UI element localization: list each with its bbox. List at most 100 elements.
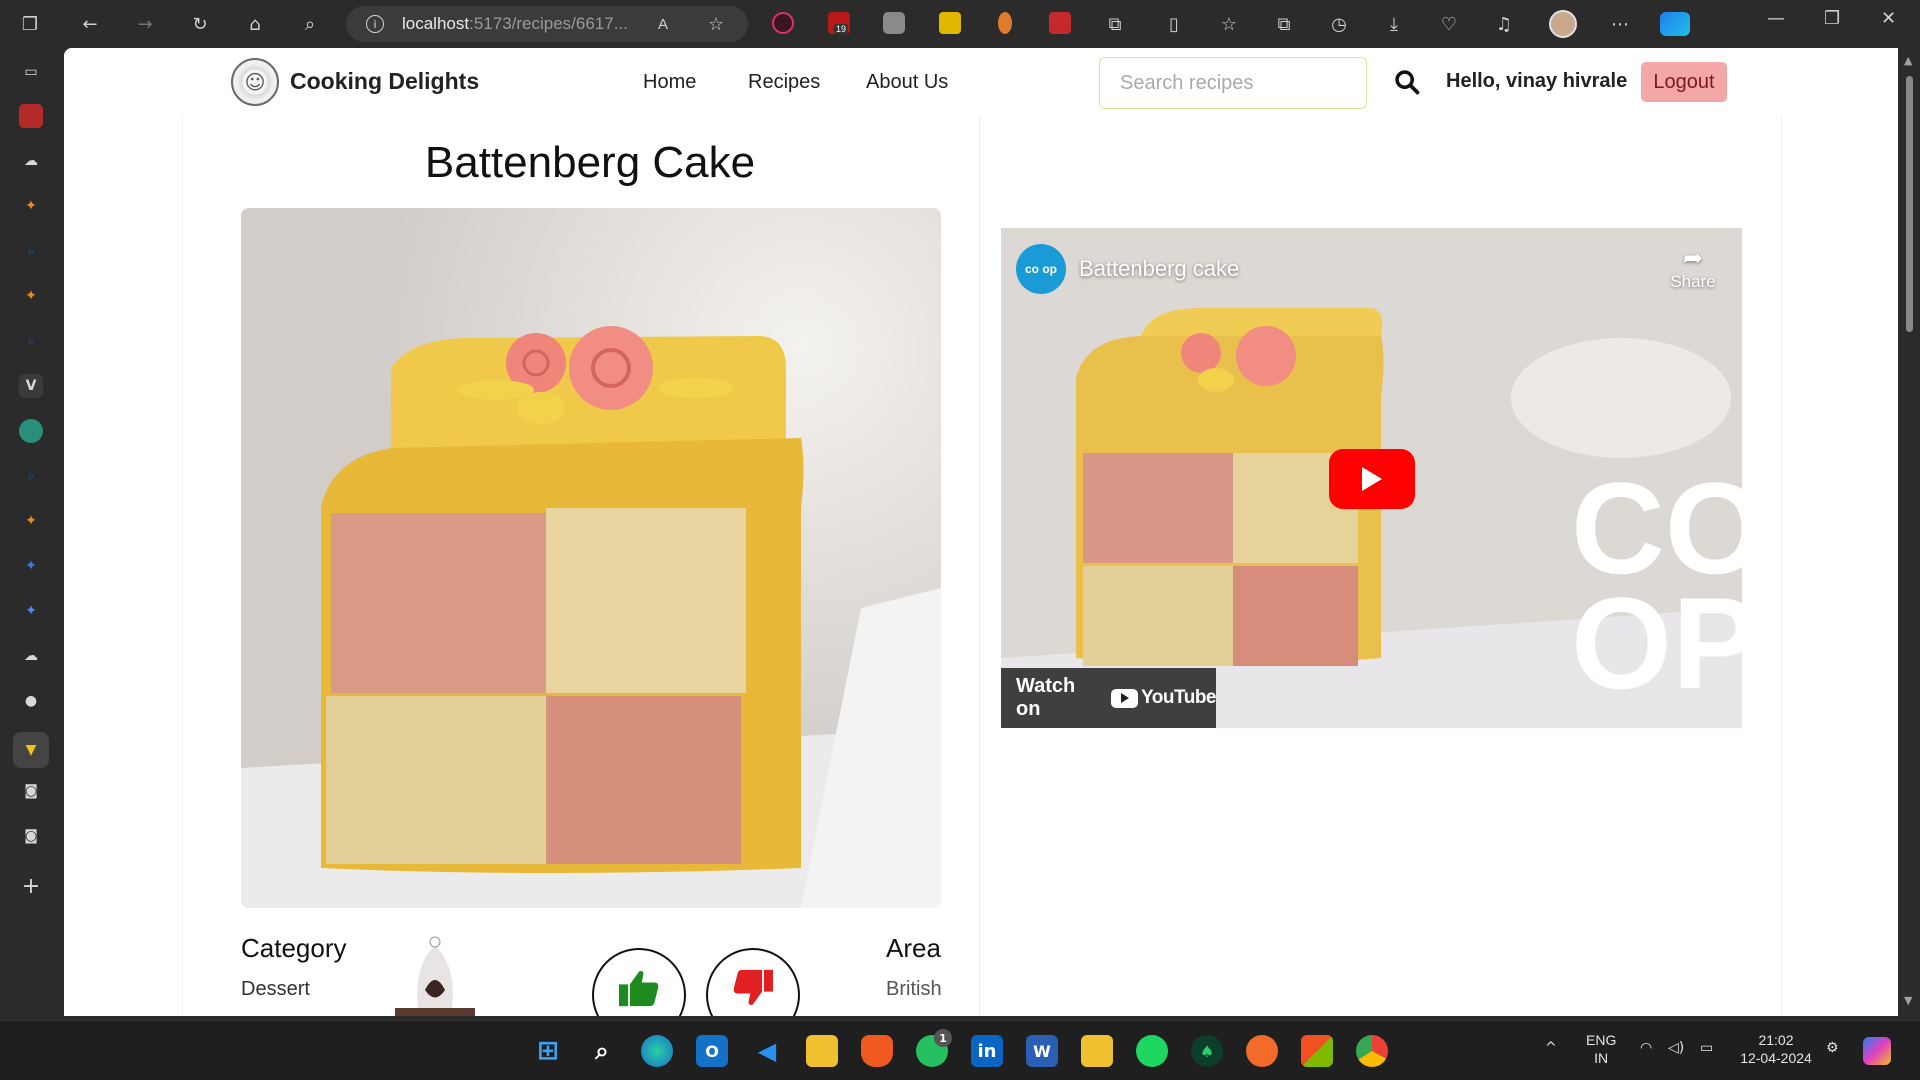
clock[interactable]: 21:02 12-04-2024	[1736, 1031, 1816, 1067]
sidebar-search-icon[interactable]: ⌕	[19, 239, 43, 263]
taskbar-postman-icon[interactable]	[1246, 1035, 1278, 1067]
taskbar-mongodb-icon[interactable]: ♠	[1191, 1035, 1223, 1067]
site-logo[interactable]: ☺	[231, 58, 279, 106]
share-button[interactable]: ➦ Share	[1658, 244, 1728, 292]
sidebar-search-icon-2[interactable]: ⌕	[19, 329, 43, 353]
sidebar-add-icon[interactable]: +	[19, 874, 43, 899]
taskbar-linkedin-icon[interactable]: in	[971, 1035, 1003, 1067]
page-scrollbar[interactable]: ▲ ▼	[1898, 48, 1920, 1016]
sidebar-weather-icon-2[interactable]: ☁	[19, 644, 43, 668]
logout-button[interactable]: Logout	[1641, 62, 1727, 102]
downloads-icon[interactable]: ⤓	[1382, 12, 1406, 36]
notifications-icon[interactable]: ♫	[1492, 12, 1516, 36]
nav-about-us[interactable]: About Us	[866, 71, 948, 94]
site-navbar: ☺ Cooking Delights Home Recipes About Us…	[64, 48, 1898, 116]
search-input[interactable]	[1099, 57, 1367, 109]
read-aloud-icon[interactable]: A	[658, 16, 668, 33]
sidebar-weather-icon[interactable]: ☁	[19, 149, 43, 173]
taskbar-search-icon[interactable]: ⌕	[586, 1035, 618, 1067]
taskbar-word-icon[interactable]: W	[1026, 1035, 1058, 1067]
split-screen-icon[interactable]: ▯	[1162, 12, 1186, 36]
video-title[interactable]: Battenberg cake	[1079, 256, 1239, 282]
sidebar-app-icon-2[interactable]: ✦	[19, 284, 43, 308]
tab-actions-icon[interactable]: ❐	[18, 12, 42, 36]
sidebar-gemini-icon[interactable]: ✦	[19, 554, 43, 578]
performance-icon[interactable]: ♡	[1437, 12, 1461, 36]
sidebar-github-icon[interactable]: ●	[19, 689, 43, 713]
nav-home[interactable]: Home	[643, 71, 696, 94]
tray-overflow-icon[interactable]: ^	[1545, 1039, 1557, 1057]
refresh-icon[interactable]: ↻	[188, 12, 212, 36]
extension-record-icon[interactable]	[772, 12, 794, 34]
taskbar-brave-icon[interactable]	[861, 1035, 893, 1067]
youtube-embed[interactable]: CO OP co op Battenberg cake ➦ Share Watc…	[1001, 228, 1742, 728]
volume-icon[interactable]: ◁)	[1668, 1039, 1684, 1057]
extension-camera-icon[interactable]	[883, 12, 905, 34]
extension-badge-count: 19	[834, 24, 849, 34]
minimize-icon[interactable]: —	[1767, 8, 1785, 29]
sidebar-vite-icon[interactable]: ▼	[13, 732, 49, 768]
sidebar-camera-icon-2[interactable]: ◙	[19, 824, 43, 848]
taskbar-outlook-icon[interactable]: O	[696, 1035, 728, 1067]
sidebar-camera-icon[interactable]: ◙	[19, 779, 43, 803]
wifi-icon[interactable]: ◠	[1640, 1039, 1652, 1057]
extensions-puzzle-icon[interactable]: ⧉	[1103, 12, 1127, 36]
address-bar[interactable]: i localhost:5173/recipes/6617... A ☆	[346, 6, 748, 42]
scroll-down-icon[interactable]: ▼	[1904, 994, 1912, 1007]
page-viewport: ☺ Cooking Delights Home Recipes About Us…	[64, 48, 1898, 1016]
forward-icon[interactable]: →	[133, 12, 157, 36]
restore-icon[interactable]: ❐	[1824, 8, 1840, 29]
vertical-tabs-icon[interactable]: ▭	[19, 60, 43, 84]
scroll-up-icon[interactable]: ▲	[1904, 54, 1912, 67]
extension-yellow-icon[interactable]	[939, 12, 961, 34]
language-indicator[interactable]: ENG IN	[1586, 1031, 1616, 1067]
search-icon[interactable]: ⌕	[298, 12, 322, 36]
taskbar-store-icon[interactable]	[1301, 1035, 1333, 1067]
taskbar-copilot-icon[interactable]	[1863, 1037, 1891, 1065]
copilot-icon[interactable]	[1660, 12, 1690, 36]
brand-name[interactable]: Cooking Delights	[290, 68, 479, 95]
taskbar-explorer-icon[interactable]	[806, 1035, 838, 1067]
taskbar-vscode-icon[interactable]: ◀	[751, 1035, 783, 1067]
collections-icon[interactable]: ⧉	[1272, 12, 1296, 36]
taskbar-chrome-icon[interactable]	[1356, 1035, 1388, 1067]
extension-badge-icon[interactable]: 19	[828, 12, 850, 34]
site-info-icon[interactable]: i	[366, 15, 384, 33]
clock-date: 12-04-2024	[1740, 1050, 1812, 1066]
taskbar-edge-icon[interactable]	[641, 1035, 673, 1067]
taskbar-notes-icon[interactable]	[1081, 1035, 1113, 1067]
svg-text:OP: OP	[1571, 570, 1742, 716]
share-icon: ➦	[1682, 244, 1704, 272]
watch-on-youtube-button[interactable]: Watch on YouTube	[1001, 668, 1216, 728]
url-path: :5173/recipes/6617...	[469, 14, 628, 33]
extension-orange-icon[interactable]	[998, 12, 1012, 34]
sidebar-v-icon[interactable]: V	[19, 374, 43, 398]
start-windows-icon[interactable]: ⊞	[532, 1035, 564, 1067]
close-icon[interactable]: ✕	[1881, 8, 1896, 29]
favorite-star-icon[interactable]: ☆	[708, 14, 724, 35]
nav-recipes[interactable]: Recipes	[748, 71, 820, 94]
history-icon[interactable]: ◷	[1327, 12, 1351, 36]
profile-avatar[interactable]	[1549, 10, 1577, 38]
taskbar-spotify-icon[interactable]	[1136, 1035, 1168, 1067]
more-options-icon[interactable]: ⋯	[1608, 12, 1632, 36]
focus-gear-icon[interactable]: ⚙	[1826, 1039, 1839, 1057]
sidebar-chatgpt-icon[interactable]	[19, 419, 43, 443]
play-button[interactable]	[1329, 449, 1415, 509]
sidebar-pdf-icon[interactable]	[19, 104, 43, 128]
home-icon[interactable]: ⌂	[243, 12, 267, 36]
extension-red-icon[interactable]	[1049, 12, 1071, 34]
sidebar-app-icon-3[interactable]: ✦	[19, 509, 43, 533]
battery-icon[interactable]: ▭	[1700, 1039, 1713, 1057]
channel-logo[interactable]: co op	[1016, 244, 1066, 294]
taskbar-whatsapp-icon[interactable]: 1	[916, 1029, 952, 1067]
sidebar-search-icon-3[interactable]: ⌕	[19, 464, 43, 488]
back-icon[interactable]: ←	[78, 12, 102, 36]
sidebar-gemini-icon-2[interactable]: ✦	[19, 599, 43, 623]
search-button-icon[interactable]	[1393, 68, 1421, 96]
favorites-icon[interactable]: ☆	[1217, 12, 1241, 36]
category-thumbnail	[395, 936, 475, 1016]
scroll-thumb[interactable]	[1906, 76, 1913, 332]
area-value: British	[886, 978, 942, 1000]
sidebar-app-icon[interactable]: ✦	[19, 194, 43, 218]
